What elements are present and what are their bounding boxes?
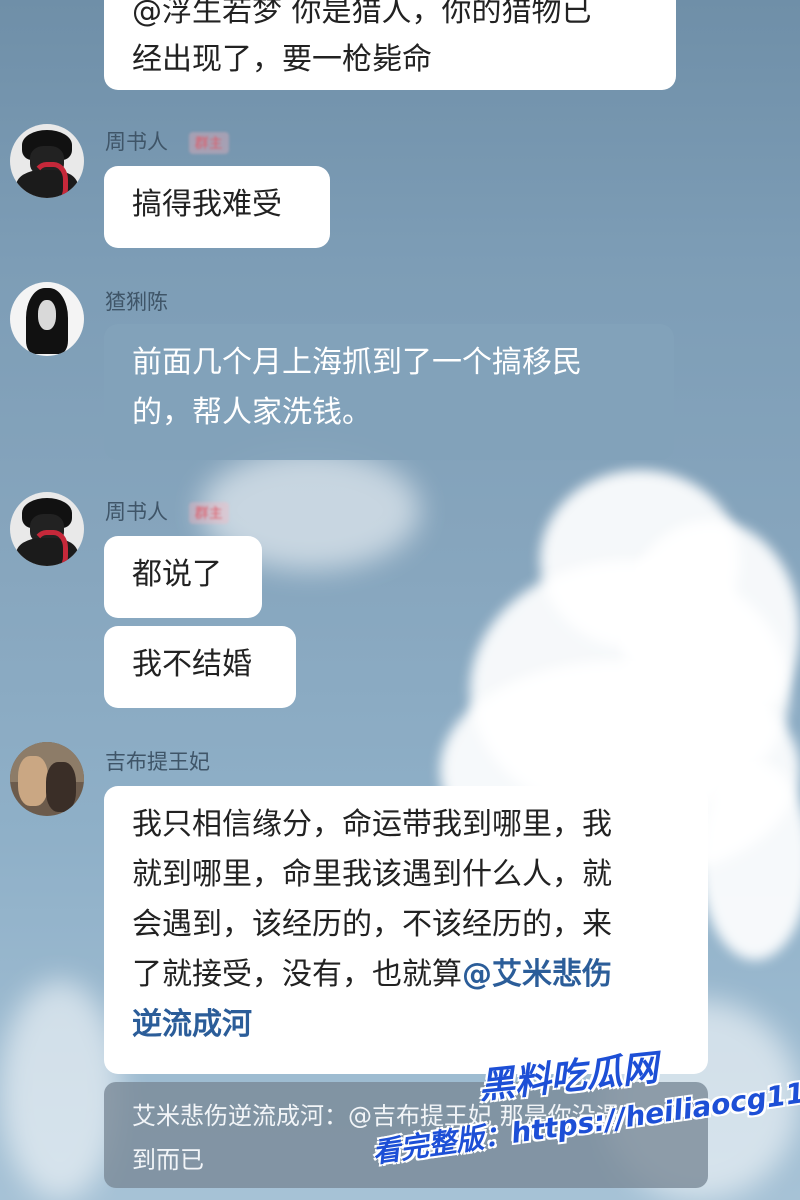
avatar-zha-li-chen[interactable]: [10, 282, 84, 356]
avatar-zhou-shuren[interactable]: [10, 492, 84, 566]
sender-name: 周书人 群主: [105, 496, 229, 526]
message-text: 了就接受，没有，也就算: [132, 957, 462, 992]
sender-name-text: 周书人: [105, 130, 168, 154]
message-line: 了就接受，没有，也就算@艾米悲伤: [132, 950, 680, 1000]
message-line: 我只相信缘分，命运带我到哪里，我: [132, 807, 612, 842]
message-line: 逆流成河: [132, 1000, 680, 1050]
sender-name: 吉布提王妃: [105, 746, 210, 776]
message-text: 搞得我难受: [132, 187, 282, 222]
message-bubble-top[interactable]: @浮生若梦 你是猎人，你的猎物已 经出现了，要一枪毙命: [104, 0, 676, 90]
message-line: 前面几个月上海抓到了一个搞移民: [132, 345, 582, 380]
sender-name-text: 周书人: [105, 500, 168, 524]
message-line: 会遇到，该经历的，不该经历的，来: [132, 907, 612, 942]
message-bubble[interactable]: 都说了: [104, 536, 262, 618]
avatar-zhou-shuren[interactable]: [10, 124, 84, 198]
message-bubble[interactable]: 我只相信缘分，命运带我到哪里，我 就到哪里，命里我该遇到什么人，就 会遇到，该经…: [104, 786, 708, 1074]
message-text: 我不结婚: [132, 647, 252, 682]
group-owner-badge: 群主: [188, 132, 229, 154]
message-line: 就到哪里，命里我该遇到什么人，就: [132, 857, 612, 892]
message-bubble[interactable]: 我不结婚: [104, 626, 296, 708]
message-line: @浮生若梦 你是猎人，你的猎物已: [132, 0, 592, 29]
sender-name: 周书人 群主: [105, 126, 229, 156]
group-owner-badge: 群主: [188, 502, 229, 524]
mention-link[interactable]: @艾米悲伤: [462, 957, 612, 992]
message-line: 的，帮人家洗钱。: [132, 395, 372, 430]
sender-name: 猹猁陈: [105, 286, 168, 316]
sender-name-text: 猹猁陈: [105, 290, 168, 314]
mention-link[interactable]: 逆流成河: [132, 1007, 252, 1042]
message-text: 都说了: [132, 557, 222, 592]
message-bubble[interactable]: 前面几个月上海抓到了一个搞移民 的，帮人家洗钱。: [104, 324, 674, 460]
message-line: 经出现了，要一枪毙命: [132, 42, 432, 77]
message-bubble[interactable]: 搞得我难受: [104, 166, 330, 248]
avatar-jibuti-wangfei[interactable]: [10, 742, 84, 816]
sender-name-text: 吉布提王妃: [105, 750, 210, 774]
